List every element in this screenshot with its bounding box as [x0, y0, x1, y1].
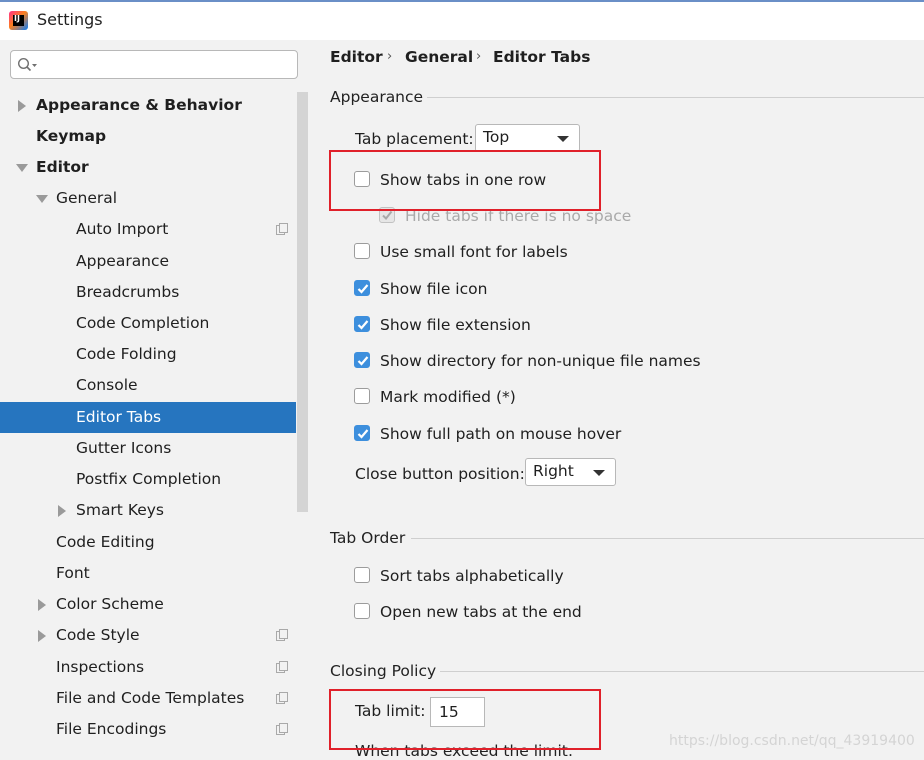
checkbox-box[interactable]	[354, 603, 370, 619]
title-bar: IJ Settings	[0, 0, 924, 40]
highlight-box-show-tabs	[329, 150, 601, 211]
tree-item-editor[interactable]: Editor	[0, 152, 296, 183]
tree-item-gutter-icons[interactable]: Gutter Icons	[0, 433, 296, 464]
settings-sidebar: Appearance & Behavior Keymap Editor Gene…	[0, 40, 309, 760]
project-scope-icon	[276, 661, 288, 673]
section-divider	[440, 671, 924, 672]
collapse-arrow-icon[interactable]	[16, 164, 28, 172]
expand-arrow-icon[interactable]	[58, 505, 66, 517]
tree-item-code-folding[interactable]: Code Folding	[0, 339, 296, 370]
tree-item-inspections[interactable]: Inspections	[0, 652, 296, 683]
project-scope-icon	[276, 223, 288, 235]
tree-item-keymap[interactable]: Keymap	[0, 121, 296, 152]
breadcrumb-item-general[interactable]: General	[405, 48, 473, 66]
checkbox-box[interactable]	[354, 243, 370, 259]
checkbox-box[interactable]	[354, 280, 370, 296]
chevron-down-icon	[593, 470, 605, 476]
checkmark-icon	[357, 429, 369, 439]
tree-item-general[interactable]: General	[0, 183, 296, 214]
section-divider	[411, 538, 924, 539]
section-title-closing-policy: Closing Policy	[330, 662, 437, 680]
breadcrumb-separator-icon: ›	[387, 49, 393, 64]
tree-item-smart-keys[interactable]: Smart Keys	[0, 495, 296, 526]
tree-item-color-scheme[interactable]: Color Scheme	[0, 589, 296, 620]
tree-item-font[interactable]: Font	[0, 558, 296, 589]
tree-item-auto-import[interactable]: Auto Import	[0, 214, 296, 245]
chevron-down-icon	[557, 136, 569, 142]
search-input[interactable]	[10, 50, 298, 79]
checkbox-box[interactable]	[354, 388, 370, 404]
project-scope-icon	[276, 692, 288, 704]
intellij-logo-icon: IJ	[9, 11, 28, 30]
window-title: Settings	[37, 10, 103, 29]
project-scope-icon	[276, 723, 288, 735]
tree-item-appearance[interactable]: Appearance	[0, 246, 296, 277]
section-title-appearance: Appearance	[330, 88, 424, 106]
close-button-position-label: Close button position:	[355, 465, 525, 483]
close-button-position-value: Right	[533, 462, 574, 480]
tree-item-console[interactable]: Console	[0, 370, 296, 401]
tree-item-file-encodings[interactable]: File Encodings	[0, 714, 296, 745]
checkmark-icon	[357, 320, 369, 330]
tree-item-appearance-behavior[interactable]: Appearance & Behavior	[0, 90, 296, 121]
expand-arrow-icon[interactable]	[38, 599, 46, 611]
breadcrumb-separator-icon: ›	[476, 49, 482, 64]
section-divider	[427, 97, 924, 98]
checkbox-box[interactable]	[354, 352, 370, 368]
expand-arrow-icon[interactable]	[38, 630, 46, 642]
tab-placement-label: Tab placement:	[355, 130, 474, 148]
close-button-position-dropdown[interactable]: Right	[525, 458, 616, 486]
highlight-box-tab-limit	[329, 689, 601, 750]
tree-item-breadcrumbs[interactable]: Breadcrumbs	[0, 277, 296, 308]
tree-item-editor-tabs[interactable]: Editor Tabs	[0, 402, 296, 433]
collapse-arrow-icon[interactable]	[36, 195, 48, 203]
checkbox-box[interactable]	[354, 567, 370, 583]
search-icon	[17, 57, 37, 72]
checkbox-box[interactable]	[354, 425, 370, 441]
section-title-tab-order: Tab Order	[330, 529, 406, 547]
tree-item-code-style[interactable]: Code Style	[0, 620, 296, 651]
breadcrumb-item-editor[interactable]: Editor	[330, 48, 383, 66]
sidebar-scrollbar[interactable]	[297, 92, 308, 512]
breadcrumb-item-editor-tabs: Editor Tabs	[493, 48, 591, 66]
settings-content: Editor › General › Editor Tabs Appearanc…	[309, 40, 924, 760]
expand-arrow-icon[interactable]	[18, 100, 26, 112]
tree-item-code-editing[interactable]: Code Editing	[0, 527, 296, 558]
project-scope-icon	[276, 629, 288, 641]
checkmark-icon	[357, 356, 369, 366]
tree-item-file-code-templates[interactable]: File and Code Templates	[0, 683, 296, 714]
tab-placement-dropdown[interactable]: Top	[475, 124, 580, 152]
tree-item-postfix-completion[interactable]: Postfix Completion	[0, 464, 296, 495]
tab-placement-value: Top	[483, 128, 510, 146]
checkmark-icon	[357, 284, 369, 294]
watermark-text: https://blog.csdn.net/qq_43919400	[669, 733, 915, 749]
tree-item-code-completion[interactable]: Code Completion	[0, 308, 296, 339]
checkbox-box[interactable]	[354, 316, 370, 332]
